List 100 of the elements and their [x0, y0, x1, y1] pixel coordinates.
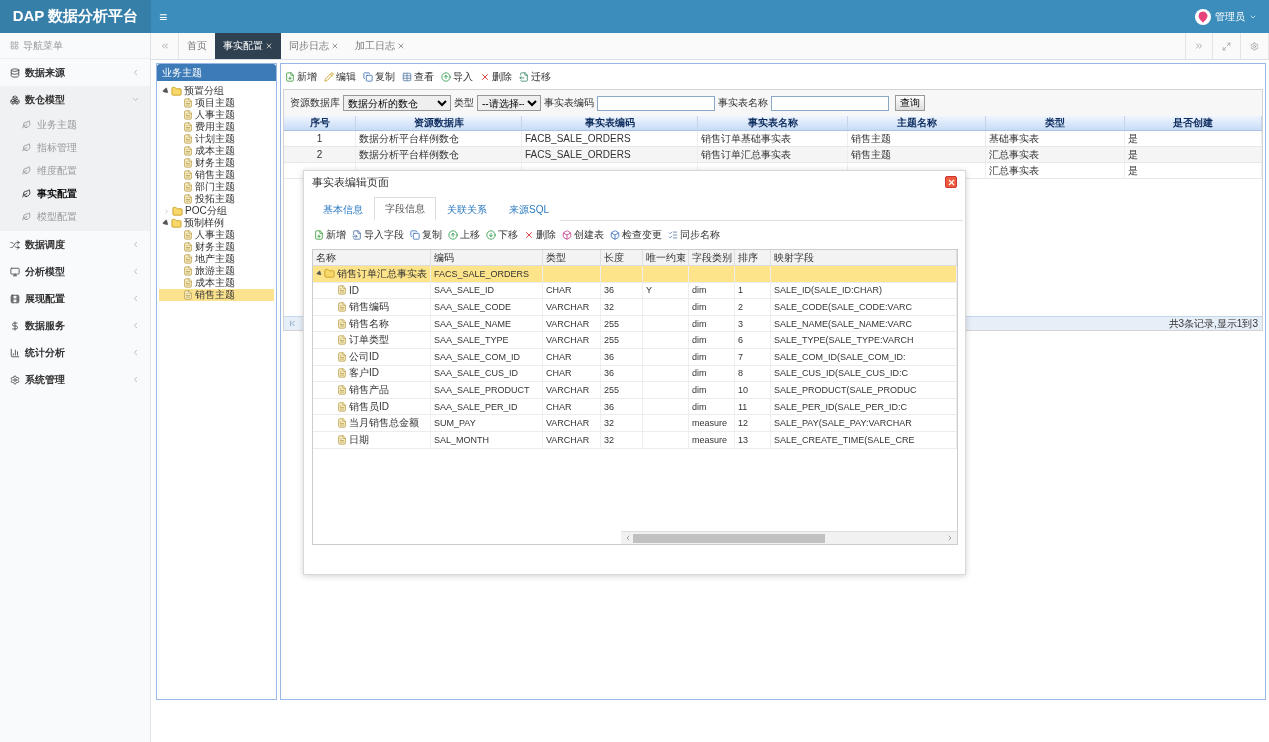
dialog-tab[interactable]: 字段信息 [374, 197, 436, 221]
tree-node[interactable]: 预制样例 [159, 217, 274, 229]
table-row[interactable]: 当月销售总金额 SUM_PAY VARCHAR 32 measure 12 SALE_PAY(SALE_PAY:VARCHAR [313, 415, 957, 432]
menu-toggle[interactable]: ≡ [159, 8, 168, 25]
user-menu[interactable]: 管理员 [1215, 9, 1245, 24]
table-row[interactable]: 销售订单汇总事实表 FACS_SALE_ORDERS [313, 266, 957, 283]
tree-node[interactable]: 成本主题 [159, 277, 274, 289]
sidebar-item[interactable]: 数仓模型 [0, 86, 150, 113]
tree-node[interactable]: 项目主题 [159, 97, 274, 109]
toolbar-button[interactable]: 复制 [410, 228, 442, 242]
sidebar-item[interactable]: 分析模型 [0, 258, 150, 285]
toolbar-button[interactable]: 编辑 [324, 69, 356, 84]
table-cell: 2 [284, 147, 356, 162]
table-cell: 6 [735, 332, 771, 348]
file-icon [183, 182, 193, 192]
column-header: 名称 [313, 250, 431, 265]
toolbar-button[interactable]: 上移 [448, 228, 480, 242]
expand-icon[interactable] [161, 218, 171, 228]
tree-node[interactable]: POC分组 [159, 205, 274, 217]
cube-icon [562, 230, 572, 240]
tree-node[interactable]: 人事主题 [159, 229, 274, 241]
tree-node[interactable]: 旅游主题 [159, 265, 274, 277]
toolbar-button[interactable]: 新增 [314, 228, 346, 242]
table-cell: 数据分析平台样例数仓 [356, 131, 522, 146]
toolbar-button[interactable]: 查看 [402, 69, 434, 84]
sidebar-item[interactable]: 统计分析 [0, 339, 150, 366]
tree-node[interactable]: 人事主题 [159, 109, 274, 121]
close-icon[interactable] [265, 42, 273, 50]
page-tab[interactable]: 首页 [179, 33, 215, 59]
sidebar-item[interactable]: 展现配置 [0, 285, 150, 312]
table-cell: 汇总事实表 [986, 147, 1125, 162]
sidebar-item[interactable]: 数据调度 [0, 231, 150, 258]
tree-node[interactable]: 计划主题 [159, 133, 274, 145]
table-row[interactable]: 销售产品 SAA_SALE_PRODUCT VARCHAR 255 dim 10 SALE_PRODUCT(SALE_PRODUC [313, 382, 957, 399]
expand-icon[interactable] [315, 270, 324, 278]
name-field[interactable] [771, 95, 889, 111]
scroll-left-icon[interactable] [624, 534, 632, 542]
page-tab[interactable]: 同步日志 [281, 33, 347, 59]
file-icon [183, 242, 193, 252]
table-cell: 8 [735, 365, 771, 382]
toolbar-button[interactable]: 复制 [363, 69, 395, 84]
table-cell: 1 [735, 282, 771, 299]
table-row[interactable]: 订单类型 SAA_SALE_TYPE VARCHAR 255 dim 6 SALE_TYPE(SALE_TYPE:VARCH [313, 332, 957, 349]
table-cell: 36 [601, 398, 643, 415]
toolbar-button[interactable]: 导入 [441, 69, 473, 84]
scroll-right-button[interactable] [1185, 33, 1213, 59]
toolbar-button[interactable]: 检查变更 [610, 228, 662, 242]
tree-node[interactable]: 费用主题 [159, 121, 274, 133]
sidebar-subitem[interactable]: 事实配置 [0, 182, 150, 205]
close-button[interactable] [945, 176, 957, 188]
toolbar-button[interactable]: 新增 [285, 69, 317, 84]
toolbar-button[interactable]: 迁移 [519, 69, 551, 84]
table-cell: 订单类型 [349, 333, 389, 348]
table-cell: 销售名称 [349, 316, 389, 331]
toolbar-button[interactable]: 导入字段 [352, 228, 404, 242]
scroll-right-icon[interactable] [946, 534, 954, 542]
table-cell: dim [689, 282, 735, 299]
page-tab[interactable]: 加工日志 [347, 33, 413, 59]
tree-node[interactable]: 投拓主题 [159, 193, 274, 205]
tree-node[interactable]: 财务主题 [159, 241, 274, 253]
close-icon[interactable] [331, 42, 339, 50]
expand-icon[interactable] [161, 86, 171, 96]
dialog-title: 事实表编辑页面 [312, 174, 389, 190]
column-header: 排序 [735, 250, 771, 265]
query-button[interactable]: 查询 [895, 95, 925, 111]
page-tab[interactable]: 事实配置 [215, 33, 281, 59]
tree-node[interactable]: 财务主题 [159, 157, 274, 169]
table-cell: SALE_ID(SALE_ID:CHAR) [771, 282, 957, 299]
user-avatar[interactable] [1195, 8, 1211, 25]
toolbar-button[interactable]: 同步名称 [668, 228, 720, 242]
folder-icon [172, 205, 183, 217]
tree-node[interactable]: 成本主题 [159, 145, 274, 157]
file-icon [337, 418, 347, 429]
code-field[interactable] [597, 95, 715, 111]
sidebar-item[interactable]: 系统管理 [0, 366, 150, 393]
toolbar-button[interactable]: 删除 [524, 228, 556, 242]
first-page-icon[interactable] [288, 319, 297, 328]
sidebar-item[interactable]: 数据服务 [0, 312, 150, 339]
table-cell: 32 [601, 299, 643, 315]
sidebar-item[interactable]: 数据来源 [0, 59, 150, 86]
table-cell: SAA_SALE_NAME [431, 315, 543, 332]
toolbar-button[interactable]: 创建表 [562, 228, 604, 242]
table-cell: 255 [601, 315, 643, 332]
file-plus-icon [285, 71, 295, 82]
close-icon[interactable] [397, 42, 405, 50]
delete-icon [524, 230, 534, 240]
tree-node[interactable]: 销售主题 [159, 169, 274, 181]
tree-node[interactable]: 部门主题 [159, 181, 274, 193]
tree-node[interactable]: 预置分组 [159, 85, 274, 97]
file-icon [337, 285, 347, 296]
type-select[interactable]: --请选择-- [477, 95, 541, 111]
toolbar-button[interactable]: 删除 [480, 69, 512, 84]
database-select[interactable]: 数据分析的数仓 [343, 95, 451, 111]
tree-node[interactable]: 销售主题 [159, 289, 274, 301]
tree-node[interactable]: 地产主题 [159, 253, 274, 265]
toolbar-button[interactable]: 下移 [486, 228, 518, 242]
horizontal-scrollbar[interactable] [621, 531, 957, 544]
table-row[interactable]: 销售编码 SAA_SALE_CODE VARCHAR 32 dim 2 SALE_CODE(SALE_CODE:VARC [313, 299, 957, 316]
column-header: 类型 [543, 250, 601, 265]
column-header: 主题名称 [848, 116, 986, 130]
